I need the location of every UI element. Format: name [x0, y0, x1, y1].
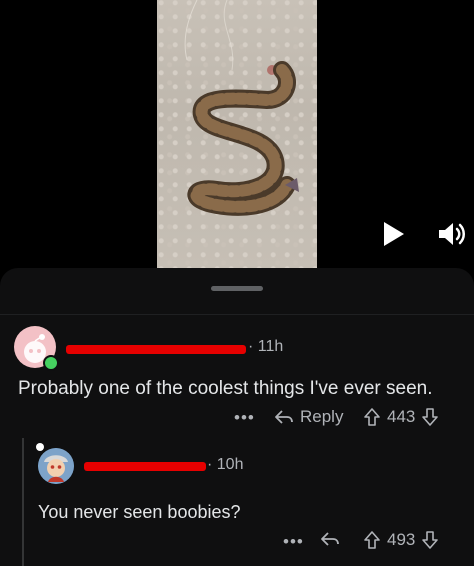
vote-count: 443 — [387, 407, 416, 426]
thread-line[interactable] — [22, 438, 24, 566]
vote-control: 493 — [363, 530, 439, 550]
comment-time-value: 11h — [257, 338, 284, 355]
reply-button[interactable] — [320, 530, 340, 548]
comment-time: · 11h — [248, 338, 284, 355]
redacted-username — [84, 462, 206, 471]
more-options-button[interactable]: ••• — [283, 532, 304, 552]
comment-body: You never seen boobies? — [38, 502, 241, 522]
divider — [0, 314, 474, 315]
more-options-button[interactable]: ••• — [234, 408, 255, 428]
play-button[interactable] — [378, 219, 408, 249]
upvote-arrow-icon[interactable] — [363, 530, 381, 550]
reply-button[interactable]: Reply — [274, 407, 343, 427]
comment-time: · 10h — [207, 456, 244, 473]
vote-count: 493 — [387, 530, 416, 549]
upvote-arrow-icon[interactable] — [363, 407, 381, 427]
vote-control: 443 — [363, 407, 439, 427]
chat-bubble-icon — [36, 443, 44, 451]
volume-button[interactable] — [436, 219, 468, 249]
downvote-arrow-icon[interactable] — [421, 530, 439, 550]
volume-icon — [439, 223, 465, 245]
snake-image — [184, 0, 299, 216]
avatar[interactable] — [38, 448, 74, 484]
reply-arrow-icon — [321, 532, 339, 546]
redacted-username — [66, 345, 246, 354]
reply-label: Reply — [300, 407, 344, 426]
comment-time-value: 10h — [216, 456, 244, 473]
comment-body: Probably one of the coolest things I've … — [18, 378, 433, 399]
downvote-arrow-icon[interactable] — [421, 407, 439, 427]
online-status-dot — [43, 355, 59, 371]
reply-arrow-icon — [275, 410, 293, 424]
play-icon — [384, 222, 404, 246]
sheet-drag-handle[interactable] — [211, 286, 263, 291]
video-frame-snake — [157, 0, 317, 268]
cartoon-avatar-icon — [38, 448, 74, 484]
video-player[interactable] — [0, 0, 474, 268]
